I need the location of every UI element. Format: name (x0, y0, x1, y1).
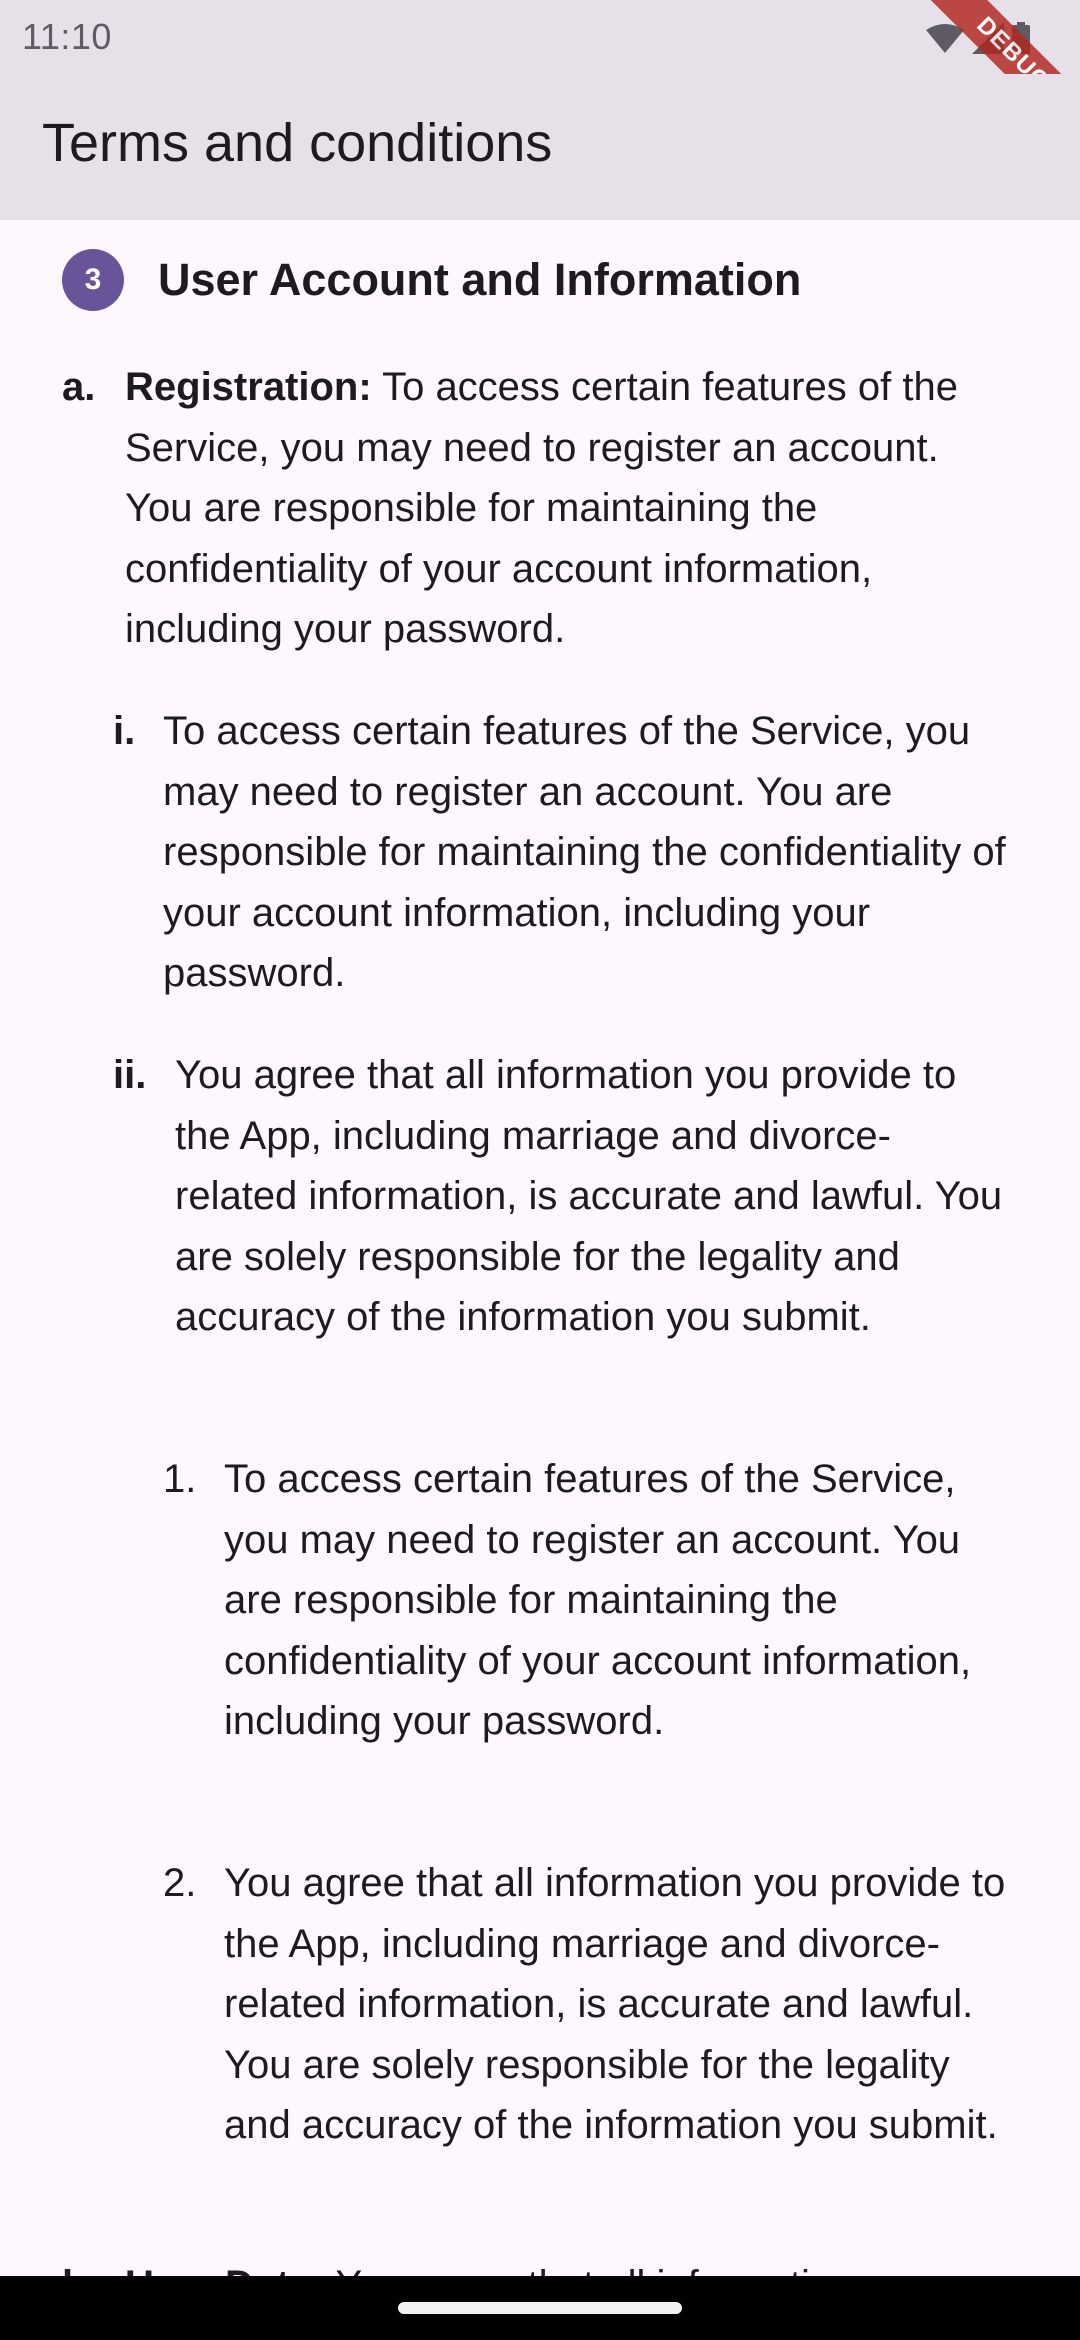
page-title: Terms and conditions (42, 113, 553, 173)
list-item-marker: ii. (113, 1053, 147, 1097)
signal-icon (972, 22, 1004, 54)
section-number-badge: 3 (62, 249, 124, 311)
status-bar: 11:10 (0, 0, 1080, 74)
list-item-user-data: b. User Data: You agree that all informa… (62, 2255, 1002, 2276)
list-item-text: User Data: You agree that all informatio… (125, 2255, 1002, 2276)
status-icons (926, 20, 1030, 54)
list-item-marker: b. (62, 2255, 98, 2276)
list-item-label: User Data: (125, 2263, 325, 2276)
section-title: User Account and Information (158, 254, 802, 305)
wifi-icon (926, 24, 964, 54)
list-item-label: Registration: (125, 365, 372, 409)
list-item-marker: 1. (163, 1457, 197, 1501)
list-item-sub-i: i. To access certain features of the Ser… (113, 701, 1013, 1004)
list-item-text: To access certain features of the Servic… (224, 1457, 972, 1743)
list-item-numbered-2: 2. You agree that all information you pr… (163, 1853, 1013, 2156)
section-header: 3 User Account and Information (62, 249, 802, 311)
list-item-text: You agree that all information you provi… (224, 1861, 1006, 2147)
list-item-numbered-1: 1. To access certain features of the Ser… (163, 1449, 1013, 1752)
battery-icon (1012, 22, 1030, 54)
list-item-registration: a. Registration: To access certain featu… (62, 357, 1002, 660)
list-item-text: You agree that all information you provi… (175, 1053, 1003, 1339)
list-item-text: Registration: To access certain features… (125, 357, 1002, 660)
home-gesture-handle[interactable] (398, 2302, 682, 2314)
list-item-body: You agree that all information (335, 2263, 854, 2276)
list-item-marker: a. (62, 365, 96, 409)
terms-content[interactable]: 3 User Account and Information a. Regist… (0, 220, 1080, 2276)
list-item-text: To access certain features of the Servic… (163, 709, 1006, 995)
status-time: 11:10 (22, 16, 112, 57)
list-item-sub-ii: ii. You agree that all information you p… (113, 1045, 1013, 1348)
list-item-marker: i. (113, 709, 136, 753)
app-bar: Terms and conditions (0, 74, 1080, 220)
list-item-marker: 2. (163, 1861, 197, 1905)
navigation-bar (0, 2276, 1080, 2340)
